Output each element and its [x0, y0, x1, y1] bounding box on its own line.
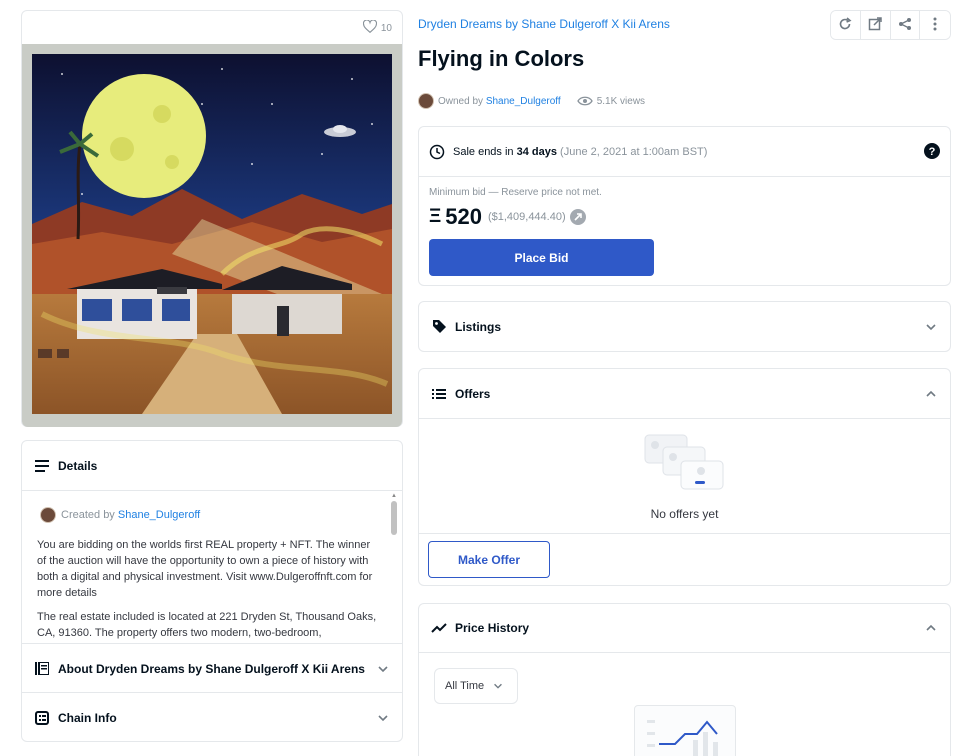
chevron-up-icon: [924, 621, 938, 635]
more-vertical-icon: [933, 17, 937, 34]
price-history-panel: Price History All Time: [418, 603, 951, 756]
offers-header[interactable]: Offers: [419, 369, 950, 418]
heart-icon: [362, 19, 377, 36]
asset-toolbar: [830, 10, 951, 40]
more-options-button[interactable]: [920, 11, 950, 39]
details-body: Created by Shane_Dulgeroff You are biddi…: [37, 499, 382, 641]
tag-icon: [431, 319, 447, 335]
help-icon[interactable]: ?: [924, 143, 940, 164]
book-icon: [34, 661, 50, 677]
sale-ends-days: 34 days: [516, 146, 557, 158]
list-icon: [34, 458, 50, 474]
details-scrollbar[interactable]: ▲: [390, 493, 398, 641]
favorite-count: 10: [380, 22, 392, 34]
owned-by-prefix: Owned by: [438, 95, 484, 107]
external-link-icon: [868, 16, 882, 34]
refresh-button[interactable]: [831, 11, 861, 39]
views-count: 5.1K views: [596, 95, 646, 107]
chain-info-title: Chain Info: [58, 710, 117, 725]
description-paragraph-2: The real estate included is located at 2…: [37, 611, 377, 639]
time-range-select[interactable]: All Time: [434, 668, 518, 704]
no-offers-text: No offers yet: [650, 507, 719, 521]
created-by-prefix: Created by: [61, 509, 115, 521]
offers-panel: Offers No offers yet Make Offer: [418, 368, 951, 586]
details-title: Details: [58, 458, 98, 473]
chevron-down-icon: [376, 662, 390, 676]
scrollbar-thumb[interactable]: [391, 501, 397, 535]
price-history-empty-illustration: [634, 705, 736, 756]
clock-icon: [429, 144, 445, 160]
chain-info-icon: [34, 710, 50, 726]
chevron-down-icon: [376, 711, 390, 725]
offers-title: Offers: [455, 386, 491, 401]
chevron-down-icon: [492, 680, 504, 692]
listings-panel: Listings: [418, 301, 951, 352]
offers-list-icon: [431, 386, 447, 402]
owner-row: Owned by Shane_Dulgeroff 5.1K views: [418, 93, 645, 109]
collection-link[interactable]: Dryden Dreams by Shane Dulgeroff X Kii A…: [418, 17, 670, 31]
svg-text:?: ?: [929, 146, 936, 158]
price-history-header[interactable]: Price History: [419, 604, 950, 652]
refresh-icon: [838, 16, 852, 34]
share-button[interactable]: [890, 11, 921, 39]
asset-title: Flying in Colors: [418, 46, 585, 71]
make-offer-button[interactable]: Make Offer: [428, 541, 550, 578]
chain-info-header[interactable]: Chain Info: [22, 693, 402, 741]
created-by-row: Created by Shane_Dulgeroff: [40, 507, 382, 523]
asset-image[interactable]: [22, 44, 402, 427]
price-history-title: Price History: [455, 621, 530, 635]
sale-panel: Sale ends in 34 days (June 2, 2021 at 1:…: [418, 126, 951, 286]
chevron-down-icon: [924, 320, 938, 334]
favorite-button[interactable]: 10: [362, 19, 392, 36]
details-header[interactable]: Details: [22, 441, 402, 490]
chevron-up-icon: [924, 387, 938, 401]
price-usd: ($1,409,444.40): [487, 211, 566, 223]
min-bid-label: Minimum bid — Reserve price not met.: [429, 187, 602, 198]
description-paragraph-1: You are bidding on the worlds first REAL…: [37, 539, 373, 599]
sale-ends-row: Sale ends in 34 days (June 2, 2021 at 1:…: [429, 144, 707, 160]
owner-avatar: [418, 93, 434, 109]
owner-link[interactable]: Shane_Dulgeroff: [486, 96, 561, 107]
share-icon: [898, 17, 912, 34]
about-collection-title: About Dryden Dreams by Shane Dulgeroff X…: [58, 661, 365, 676]
asset-image-card: 10: [21, 10, 403, 427]
price-value: 520: [445, 204, 482, 229]
place-bid-button[interactable]: Place Bid: [429, 239, 654, 276]
listings-title: Listings: [455, 319, 502, 334]
price-row: Ξ 520 ($1,409,444.40): [429, 204, 586, 230]
empty-offers-illustration: [643, 431, 727, 497]
eth-symbol: Ξ: [429, 206, 442, 227]
sale-ends-prefix: Sale ends in: [453, 146, 514, 158]
time-range-value: All Time: [445, 680, 485, 692]
arrow-up-right-icon: [569, 209, 586, 225]
details-panel: Details Created by Shane_Dulgeroff You a…: [21, 440, 403, 742]
eye-icon: [576, 96, 593, 106]
trend-line-icon: [431, 620, 447, 636]
creator-link[interactable]: Shane_Dulgeroff: [118, 509, 200, 521]
listings-header[interactable]: Listings: [419, 302, 950, 351]
open-external-button[interactable]: [860, 11, 891, 39]
avatar: [40, 507, 56, 523]
about-collection-header[interactable]: About Dryden Dreams by Shane Dulgeroff X…: [22, 644, 402, 693]
sale-ends-date: (June 2, 2021 at 1:00am BST): [560, 146, 708, 158]
